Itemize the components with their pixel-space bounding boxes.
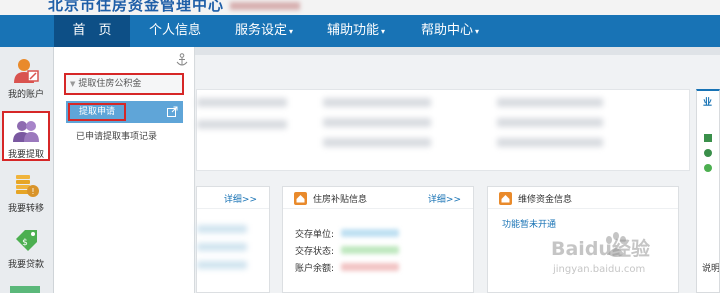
top-header: 北京市住房资金管理中心 — [0, 0, 720, 15]
anchor-icon[interactable] — [176, 53, 188, 67]
card-title: 住房补贴信息 — [313, 195, 368, 205]
sidebar: 我的账户 我要提取 ! 我要转移 $ 我要贷款 — [0, 47, 54, 293]
sidebar-item-label: 我要贷款 — [7, 260, 44, 270]
svg-text:!: ! — [31, 187, 34, 196]
sidebar-item-my-account[interactable]: 我的账户 — [2, 53, 50, 103]
house-icon — [499, 192, 512, 205]
submenu-item-apply-withdraw[interactable]: 提取申请 — [66, 101, 183, 123]
sidebar-item-loan[interactable]: $ 我要贷款 — [2, 223, 50, 273]
nav-auxiliary[interactable]: 辅助功能 ▾ — [318, 15, 394, 47]
phone-icon — [704, 149, 712, 157]
collapse-triangle-icon: ▼ — [70, 80, 76, 88]
field-label-status: 交存状态: — [295, 247, 335, 257]
card-detail-link[interactable]: 详细>> — [428, 192, 461, 205]
coins-transfer-icon: ! — [16, 175, 39, 197]
right-info-panel: 业 说明 — [696, 89, 720, 293]
site-title: 北京市住房资金管理中心 — [48, 0, 301, 15]
field-value-blurred — [341, 246, 399, 254]
card-title: 维修资金信息 — [518, 195, 573, 205]
field-label-balance: 账户余额: — [295, 264, 335, 274]
house-icon — [294, 192, 307, 205]
right-panel-title: 业 — [703, 98, 713, 108]
card-detail-link[interactable]: 详细>> — [224, 192, 257, 205]
sidebar-item-withdraw[interactable]: 我要提取 — [2, 111, 50, 161]
nav-help-center[interactable]: 帮助中心 ▾ — [412, 15, 488, 47]
tag-loan-icon: $ — [16, 230, 37, 251]
feature-not-available-link[interactable]: 功能暂未开通 — [502, 217, 556, 230]
field-value-blurred — [341, 263, 399, 271]
wechat-icon — [704, 164, 712, 172]
right-panel-text: 说明 — [702, 264, 720, 274]
sidebar-item-label: 我的账户 — [7, 90, 44, 100]
users-withdraw-icon — [13, 121, 39, 142]
sidebar-next-icon — [10, 286, 40, 293]
nav-personal-info[interactable]: 个人信息 — [140, 15, 210, 47]
submenu-item-withdraw-records[interactable]: 已申请提取事项记录 — [76, 129, 157, 142]
sidebar-item-transfer[interactable]: ! 我要转移 — [2, 167, 50, 217]
field-value-blurred — [341, 229, 399, 237]
watermark-brand: Baidu经验 — [551, 238, 650, 260]
main-nav: 首 页 个人信息 服务设定 ▾ 辅助功能 ▾ 帮助中心 ▾ — [0, 15, 720, 47]
account-summary-card — [196, 89, 690, 171]
submenu-group-header[interactable]: ▼ 提取住房公积金 — [64, 73, 184, 95]
field-label-unit: 交存单位: — [295, 230, 335, 240]
sidebar-item-label: 我要转移 — [7, 204, 44, 214]
submenu-flyout: ▼ 提取住房公积金 提取申请 已申请提取事项记录 — [54, 47, 195, 293]
sidebar-item-label: 我要提取 — [7, 150, 44, 160]
submenu-item-label: 提取申请 — [68, 103, 126, 121]
external-link-icon[interactable] — [167, 106, 178, 117]
watermark-url: jingyan.baidu.com — [553, 264, 646, 275]
nav-home[interactable]: 首 页 — [54, 15, 130, 47]
baidu-jingyan-watermark: Baidu经验 jingyan.baidu.com — [551, 228, 691, 290]
nav-service-settings[interactable]: 服务设定 ▾ — [226, 15, 302, 47]
info-card-left: 详细>> — [196, 186, 270, 293]
user-account-icon — [14, 59, 39, 83]
svg-text:$: $ — [22, 238, 28, 248]
profile-icon — [704, 134, 712, 142]
housing-subsidy-card: 住房补贴信息 详细>> 交存单位: 交存状态: 账户余额: — [282, 186, 474, 293]
